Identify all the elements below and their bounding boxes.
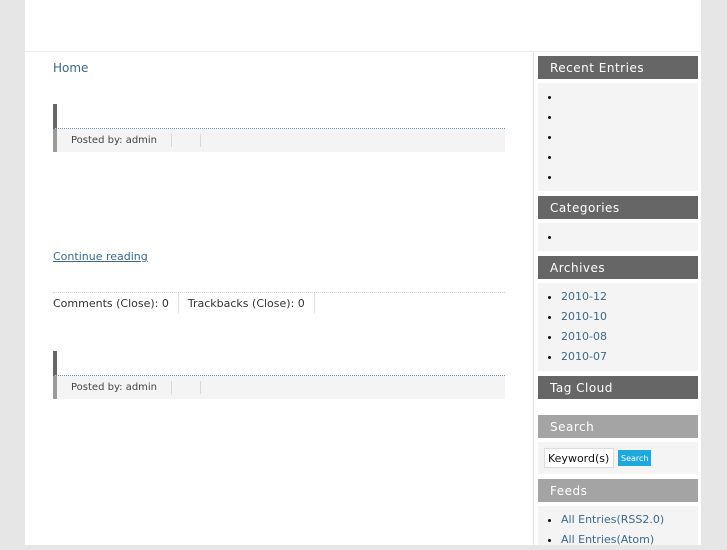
posted-by: Posted by: admin xyxy=(57,381,173,394)
recent-entries-title: Recent Entries xyxy=(538,56,698,79)
comments-link[interactable]: Comments (Close): 0 xyxy=(53,293,179,313)
list-item[interactable] xyxy=(561,147,698,167)
archives-box: 2010-12 2010-10 2010-08 2010-07 xyxy=(538,283,698,371)
tag-cloud-title: Tag Cloud xyxy=(538,376,698,399)
archive-link[interactable]: 2010-12 xyxy=(561,290,607,303)
archives-title: Archives xyxy=(538,256,698,279)
feeds-list: All Entries(RSS2.0) All Entries(Atom) xyxy=(546,510,698,550)
entry-meta: Posted by: admin xyxy=(53,129,505,152)
posted-by: Posted by: admin xyxy=(57,134,173,147)
feed-rss-link[interactable]: All Entries(RSS2.0) xyxy=(561,513,664,526)
list-item[interactable]: 2010-07 xyxy=(561,347,698,367)
entry-meta: Posted by: admin xyxy=(53,376,505,399)
comments-bar: Comments (Close): 0 Trackbacks (Close): … xyxy=(53,292,505,313)
list-item[interactable]: 2010-10 xyxy=(561,307,698,327)
search-title: Search xyxy=(538,415,698,438)
meta-empty-cell xyxy=(172,381,202,394)
site-header xyxy=(25,0,701,52)
search-button[interactable]: Search xyxy=(618,450,652,466)
list-item[interactable] xyxy=(561,167,698,187)
archive-link[interactable]: 2010-10 xyxy=(561,310,607,323)
list-item[interactable]: 2010-08 xyxy=(561,327,698,347)
entry-title[interactable] xyxy=(53,104,505,129)
categories-list xyxy=(546,227,698,247)
feeds-title: Feeds xyxy=(538,479,698,502)
meta-empty-cell xyxy=(172,134,202,147)
search-input[interactable] xyxy=(544,448,614,468)
list-item[interactable] xyxy=(561,107,698,127)
feed-atom-link[interactable]: All Entries(Atom) xyxy=(561,533,654,546)
list-item[interactable] xyxy=(561,227,698,247)
page: Home Posted by: admin Continue reading C… xyxy=(25,0,702,546)
entry-2: Posted by: admin xyxy=(53,351,505,399)
trackbacks-link[interactable]: Trackbacks (Close): 0 xyxy=(179,293,315,313)
archive-link[interactable]: 2010-07 xyxy=(561,350,607,363)
breadcrumb-home-link[interactable]: Home xyxy=(53,61,88,75)
feeds-box: All Entries(RSS2.0) All Entries(Atom) xyxy=(538,506,698,546)
list-item[interactable] xyxy=(561,87,698,107)
list-item[interactable]: All Entries(RSS2.0) xyxy=(561,510,698,530)
search-row: Search xyxy=(544,448,698,468)
categories-title: Categories xyxy=(538,196,698,219)
entry-1: Posted by: admin xyxy=(53,104,505,152)
list-item[interactable]: 2010-12 xyxy=(561,287,698,307)
archive-link[interactable]: 2010-08 xyxy=(561,330,607,343)
categories-box xyxy=(538,223,698,251)
list-item[interactable]: All Entries(Atom) xyxy=(561,530,698,550)
sidebar: Recent Entries Categories Archives 2010-… xyxy=(533,52,702,546)
recent-entries-list xyxy=(546,87,698,187)
search-box: Search xyxy=(538,442,698,474)
archives-list: 2010-12 2010-10 2010-08 2010-07 xyxy=(546,287,698,367)
list-item[interactable] xyxy=(561,127,698,147)
entry-title[interactable] xyxy=(53,351,505,376)
recent-entries-box xyxy=(538,83,698,191)
continue-reading-link[interactable]: Continue reading xyxy=(53,250,148,263)
